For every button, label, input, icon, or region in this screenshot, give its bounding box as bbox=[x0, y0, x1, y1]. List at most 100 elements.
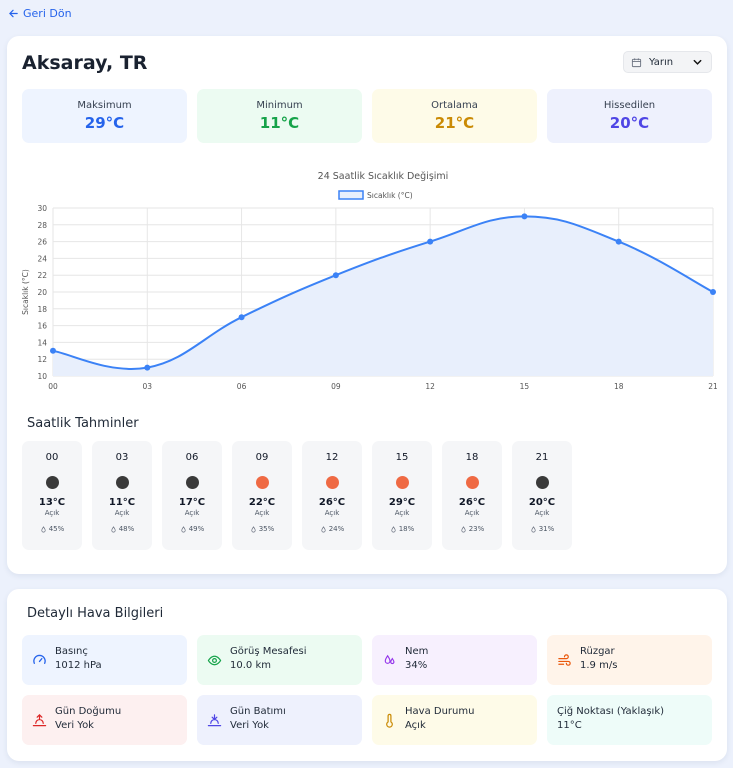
back-link[interactable]: Geri Dön bbox=[8, 7, 72, 20]
hourly-card: 03 11°C Açık 48% bbox=[92, 441, 152, 550]
stat-value: 29°C bbox=[84, 114, 125, 132]
hourly-desc: Açık bbox=[254, 509, 270, 517]
detail-label: Hava Durumu bbox=[405, 706, 475, 717]
detail-value: 1.9 m/s bbox=[580, 660, 618, 671]
stat-minimum: Minimum 11°C bbox=[197, 89, 362, 143]
weather-dot-icon bbox=[535, 476, 549, 489]
hourly-rain-value: 45% bbox=[48, 525, 65, 533]
detail-value: 1012 hPa bbox=[55, 660, 102, 671]
detail-dew-point: Çiğ Noktası (Yaklaşık) 11°C bbox=[547, 695, 712, 745]
hourly-rain: 49% bbox=[162, 525, 222, 533]
detail-value: 10.0 km bbox=[230, 660, 271, 671]
hourly-rain-value: 18% bbox=[398, 525, 415, 533]
detail-label: Rüzgar bbox=[580, 646, 615, 657]
temperature-point bbox=[238, 314, 245, 321]
droplet-icon bbox=[531, 525, 536, 532]
y-tick-label: 20 bbox=[37, 288, 47, 297]
stat-value: 21°C bbox=[434, 114, 475, 132]
stat-ortalama: Ortalama 21°C bbox=[372, 89, 537, 143]
hourly-hour: 03 bbox=[115, 452, 129, 463]
arrow-left-icon bbox=[9, 9, 18, 18]
hourly-card: 12 26°C Açık 24% bbox=[302, 441, 362, 550]
calendar-icon bbox=[631, 57, 642, 67]
detail-label: Nem bbox=[405, 646, 429, 657]
thermometer-icon bbox=[382, 713, 397, 728]
detail-label: Gün Doğumu bbox=[55, 706, 122, 717]
detail-thermometer: Hava Durumu Açık bbox=[372, 695, 537, 745]
hourly-temp: 26°C bbox=[458, 497, 486, 508]
weather-dot-icon bbox=[45, 476, 59, 489]
stat-value: 20°C bbox=[609, 114, 650, 132]
hourly-rain-value: 48% bbox=[118, 525, 135, 533]
temperature-point bbox=[144, 364, 151, 371]
temperature-point bbox=[50, 347, 56, 354]
droplet-icon bbox=[251, 525, 256, 532]
hourly-hour: 18 bbox=[465, 452, 479, 463]
hourly-card: 06 17°C Açık 49% bbox=[162, 441, 222, 550]
hourly-rain-value: 24% bbox=[328, 525, 345, 533]
detail-value: Açık bbox=[405, 720, 426, 731]
hourly-temp: 26°C bbox=[318, 497, 346, 508]
hourly-temp: 13°C bbox=[38, 497, 66, 508]
y-tick-label: 12 bbox=[37, 355, 47, 364]
hourly-rain-value: 31% bbox=[538, 525, 555, 533]
hourly-desc: Açık bbox=[114, 509, 130, 517]
hourly-hour: 06 bbox=[185, 452, 199, 463]
hourly-card: 09 22°C Açık 35% bbox=[232, 441, 292, 550]
temperature-point bbox=[427, 238, 434, 245]
sunrise-icon bbox=[32, 713, 47, 728]
temperature-chart: 24 Saatlik Sıcaklık Değişimi Sıcaklık (°C… bbox=[17, 166, 718, 396]
y-tick-label: 16 bbox=[37, 322, 47, 331]
hourly-rain: 45% bbox=[22, 525, 82, 533]
temperature-chart-svg: 24 Saatlik Sıcaklık Değişimi Sıcaklık (°C… bbox=[21, 171, 718, 391]
y-tick-label: 26 bbox=[37, 238, 47, 247]
x-tick-label: 03 bbox=[143, 382, 153, 391]
hourly-rain: 24% bbox=[302, 525, 362, 533]
temperature-point bbox=[332, 272, 339, 279]
detail-label: Çiğ Noktası (Yaklaşık) bbox=[557, 706, 665, 717]
hourly-desc: Açık bbox=[324, 509, 340, 517]
x-tick-label: 12 bbox=[425, 382, 435, 391]
hourly-rain: 31% bbox=[512, 525, 572, 533]
y-tick-label: 14 bbox=[37, 338, 47, 347]
day-select[interactable]: Yarın bbox=[623, 51, 712, 73]
droplet-icon bbox=[181, 525, 186, 532]
hourly-rain-value: 49% bbox=[188, 525, 205, 533]
y-tick-label: 24 bbox=[37, 254, 47, 263]
stat-label: Ortalama bbox=[431, 100, 478, 111]
detail-value: 11°C bbox=[557, 720, 582, 731]
y-tick-label: 28 bbox=[37, 221, 47, 230]
x-tick-label: 18 bbox=[614, 382, 624, 391]
droplets-icon bbox=[382, 653, 397, 668]
droplet-icon bbox=[41, 525, 46, 532]
sunset-icon bbox=[207, 713, 222, 728]
x-tick-label: 00 bbox=[48, 382, 58, 391]
forecast-card: Aksaray, TR Yarın Maksimum 29°C Minimum 1… bbox=[7, 36, 727, 574]
hourly-rain: 23% bbox=[442, 525, 502, 533]
chevron-down-icon bbox=[693, 59, 702, 65]
detail-eye: Görüş Mesafesi 10.0 km bbox=[197, 635, 362, 685]
hourly-rain-value: 23% bbox=[468, 525, 485, 533]
back-label: Geri Dön bbox=[23, 7, 72, 20]
legend-swatch bbox=[338, 190, 364, 200]
stat-label: Minimum bbox=[256, 100, 303, 111]
weather-dot-icon bbox=[465, 476, 479, 489]
droplet-icon bbox=[461, 525, 466, 532]
weather-dot-icon bbox=[185, 476, 199, 489]
stat-label: Maksimum bbox=[77, 100, 132, 111]
hourly-temp: 17°C bbox=[178, 497, 206, 508]
detail-label: Gün Batımı bbox=[230, 706, 286, 717]
gauge-icon bbox=[32, 653, 47, 668]
weather-dot-icon bbox=[115, 476, 129, 489]
hourly-hour: 21 bbox=[535, 452, 549, 463]
detail-label: Basınç bbox=[55, 646, 88, 657]
detail-value: Veri Yok bbox=[55, 720, 94, 731]
detail-droplets: Nem 34% bbox=[372, 635, 537, 685]
hourly-hour: 12 bbox=[325, 452, 339, 463]
hourly-card: 15 29°C Açık 18% bbox=[372, 441, 432, 550]
stat-label: Hissedilen bbox=[603, 100, 656, 111]
y-tick-label: 18 bbox=[37, 305, 47, 314]
eye-icon bbox=[207, 653, 222, 668]
hourly-rain-value: 35% bbox=[258, 525, 275, 533]
hourly-hour: 15 bbox=[395, 452, 409, 463]
